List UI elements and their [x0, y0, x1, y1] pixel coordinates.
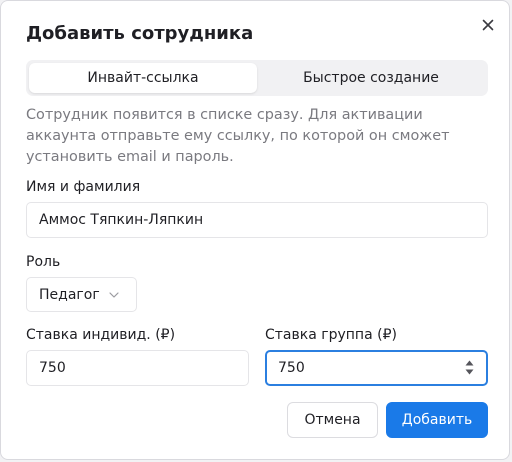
- name-field-value: Аммос Тяпкин-Ляпкин: [39, 212, 204, 228]
- cancel-button[interactable]: Отмена: [287, 402, 378, 438]
- chevron-down-icon: [109, 291, 119, 298]
- stepper-down-icon[interactable]: [465, 369, 474, 375]
- rate-individual-field[interactable]: 750: [26, 350, 249, 386]
- submit-button[interactable]: Добавить: [386, 402, 488, 438]
- name-field[interactable]: Аммос Тяпкин-Ляпкин: [26, 202, 488, 238]
- role-select[interactable]: Педагог: [26, 277, 137, 312]
- rate-individual-value: 750: [39, 360, 66, 376]
- close-button[interactable]: [478, 15, 498, 35]
- dialog-title: Добавить сотрудника: [26, 23, 254, 44]
- rate-group-field[interactable]: 750: [265, 350, 488, 386]
- name-label: Имя и фамилия: [26, 179, 141, 195]
- dialog-description: Сотрудник появится в списке сразу. Для а…: [26, 107, 450, 165]
- role-select-value: Педагог: [39, 286, 100, 303]
- rate-individual-label: Ставка индивид. (₽): [26, 327, 176, 343]
- stepper-up-icon[interactable]: [465, 360, 474, 366]
- tab-invite-link[interactable]: Инвайт-ссылка: [29, 63, 257, 93]
- role-label: Роль: [26, 254, 61, 270]
- rate-group-label: Ставка группа (₽): [265, 327, 397, 343]
- number-stepper[interactable]: [465, 360, 474, 375]
- add-employee-dialog: Добавить сотрудника Инвайт-ссылка Быстро…: [0, 0, 510, 460]
- tab-quick-create[interactable]: Быстрое создание: [257, 63, 485, 93]
- mode-tabs: Инвайт-ссылка Быстрое создание: [26, 60, 488, 96]
- rate-group-value: 750: [278, 360, 305, 376]
- close-icon: [482, 19, 494, 31]
